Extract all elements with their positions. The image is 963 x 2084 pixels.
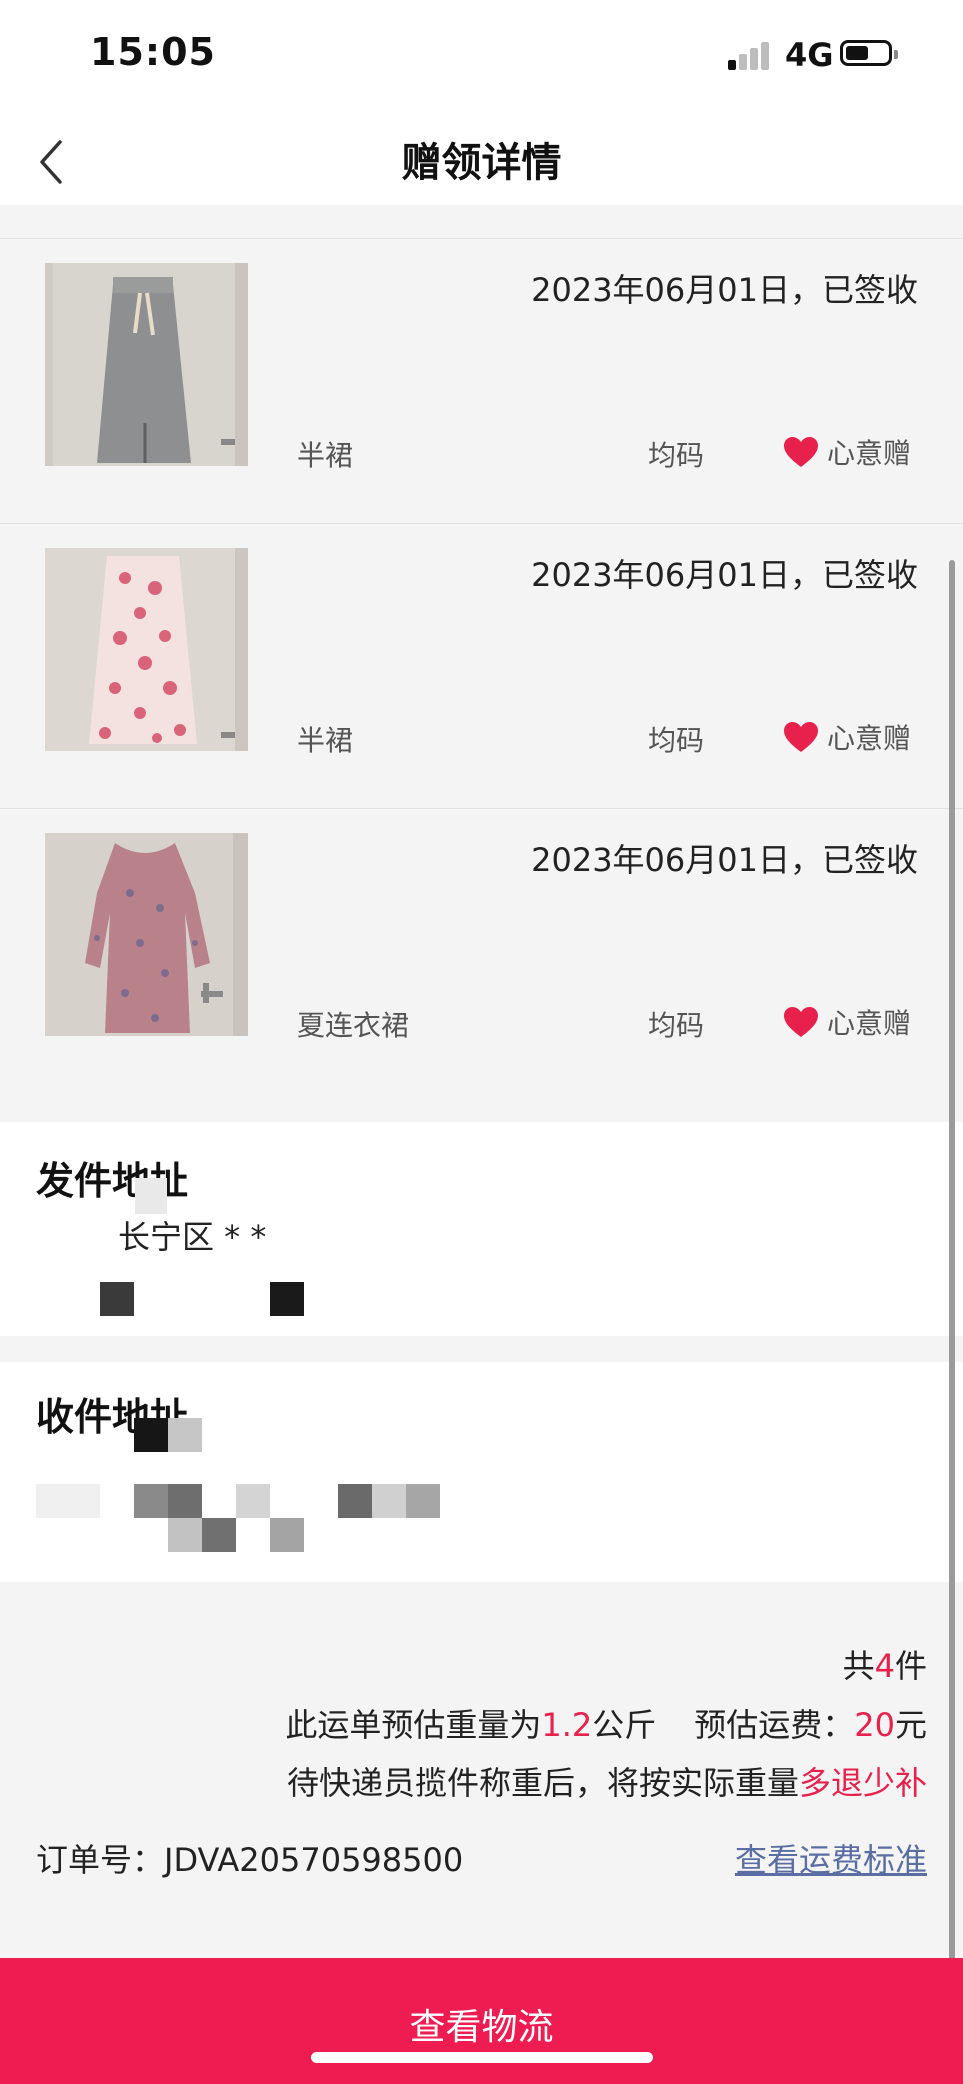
redacted-block — [372, 1484, 406, 1518]
gift-label: 心意赠 — [826, 1007, 911, 1040]
item-list: 2023年06月01日，已签收 半裙 均码 心意赠 2023年06月01日，已签… — [0, 238, 963, 1093]
item-size: 均码 — [648, 439, 705, 472]
item-photo — [45, 833, 248, 1036]
redacted-block — [270, 1282, 304, 1316]
item-count: 共4件 — [842, 1647, 927, 1685]
page-title: 赠领详情 — [401, 140, 562, 186]
sender-address-line: 长宁区 * * — [118, 1218, 267, 1256]
item-photo — [45, 548, 248, 751]
item-size: 均码 — [648, 724, 705, 757]
item-name: 半裙 — [297, 439, 354, 472]
item-name: 夏连衣裙 — [297, 1009, 410, 1042]
status-bar: 15:05 4G — [0, 0, 963, 110]
scrollbar[interactable] — [949, 560, 955, 1970]
gift-badge: 心意赠 — [783, 432, 911, 472]
heart-icon — [783, 722, 818, 752]
sender-address-card: 发件地址 长宁区 * * — [0, 1122, 963, 1336]
list-item[interactable]: 2023年06月01日，已签收 夏连衣裙 均码 心意赠 — [0, 808, 963, 1093]
list-item[interactable]: 2023年06月01日，已签收 半裙 均码 心意赠 — [0, 238, 963, 523]
home-indicator — [311, 2052, 653, 2063]
gift-label: 心意赠 — [826, 437, 911, 470]
item-size: 均码 — [648, 1009, 705, 1042]
redacted-block — [134, 1418, 168, 1452]
battery-icon — [840, 40, 898, 66]
item-status-date: 2023年06月01日，已签收 — [531, 556, 918, 594]
view-logistics-button[interactable]: 查看物流 — [0, 1958, 963, 2084]
redacted-block — [100, 1282, 134, 1316]
redacted-block — [135, 1178, 167, 1214]
order-number: 订单号：JDVA20570598500 — [36, 1841, 464, 1879]
redacted-block — [168, 1484, 202, 1518]
nav-bar: 赠领详情 — [0, 110, 963, 205]
network-label: 4G — [785, 36, 834, 74]
redacted-block — [168, 1518, 202, 1552]
item-photo — [45, 263, 248, 466]
list-item[interactable]: 2023年06月01日，已签收 半裙 均码 心意赠 — [0, 523, 963, 808]
item-status-date: 2023年06月01日，已签收 — [531, 841, 918, 879]
receiver-address-card: 收件地址 — [0, 1362, 963, 1582]
gift-badge: 心意赠 — [783, 717, 911, 757]
redacted-block — [406, 1484, 440, 1518]
redacted-block — [168, 1418, 202, 1452]
redacted-block — [134, 1484, 168, 1518]
gift-badge: 心意赠 — [783, 1002, 911, 1042]
redacted-block — [236, 1484, 270, 1518]
fee-standard-link[interactable]: 查看运费标准 — [735, 1835, 927, 1881]
view-logistics-label: 查看物流 — [409, 2007, 554, 2048]
heart-icon — [783, 437, 818, 467]
redacted-block — [338, 1484, 372, 1518]
weight-and-fee: 此运单预估重量为1.2公斤 预估运费：20元 — [285, 1706, 927, 1744]
gift-label: 心意赠 — [826, 722, 911, 755]
item-status-date: 2023年06月01日，已签收 — [531, 271, 918, 309]
status-time: 15:05 — [90, 30, 216, 74]
redacted-block — [36, 1484, 100, 1518]
redacted-block — [270, 1518, 304, 1552]
weigh-note: 待快递员揽件称重后，将按实际重量多退少补 — [286, 1764, 927, 1802]
signal-icon — [728, 40, 778, 70]
item-name: 半裙 — [297, 724, 354, 757]
heart-icon — [783, 1007, 818, 1037]
redacted-block — [202, 1518, 236, 1552]
